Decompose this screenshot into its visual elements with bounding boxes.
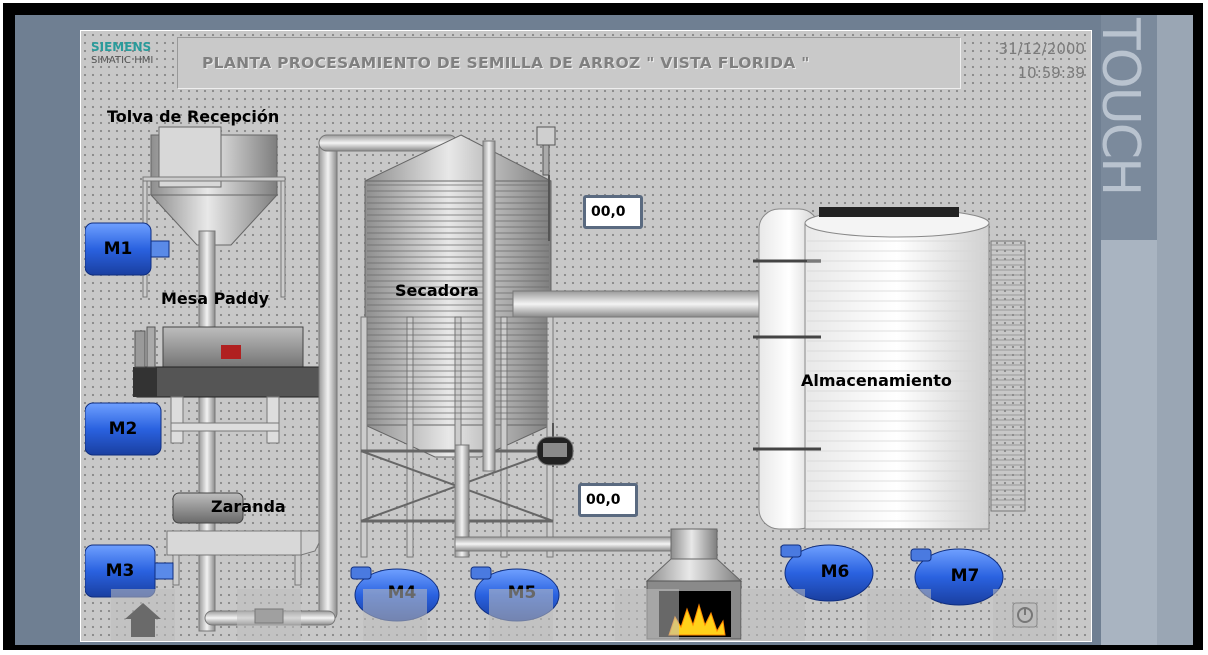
pressure-gauge — [536, 423, 574, 467]
nav-button-6[interactable] — [741, 589, 805, 641]
pressure-io-field[interactable]: 00,0 — [578, 483, 638, 517]
power-button[interactable] — [993, 589, 1057, 641]
zaranda-label: Zaranda — [211, 497, 286, 516]
almacenamiento-label: Almacenamiento — [801, 371, 952, 390]
tolva-label: Tolva de Recepción — [107, 107, 280, 126]
power-icon — [1012, 602, 1038, 628]
nav-button-2[interactable] — [237, 589, 301, 641]
secadora-label: Secadora — [395, 281, 479, 300]
motor-m2[interactable]: M2 — [85, 401, 173, 457]
nav-button-7[interactable] — [867, 589, 931, 641]
mesa-paddy-label: Mesa Paddy — [161, 289, 270, 308]
nav-button-3[interactable] — [363, 589, 427, 641]
motor-m1-label: M1 — [103, 239, 133, 259]
motor-m1[interactable]: M1 — [85, 221, 173, 277]
hmi-screen: SIEMENS SIMATIC HMI PLANTA PROCESAMIENTO… — [80, 30, 1092, 642]
home-icon — [125, 603, 161, 637]
nav-button-5[interactable] — [615, 589, 679, 641]
nav-button-4[interactable] — [489, 589, 553, 641]
home-button[interactable] — [111, 589, 175, 641]
temperature-io-field[interactable]: 00,0 — [583, 195, 643, 229]
panel-brand-text: TOUCH — [1090, 18, 1150, 195]
motor-m2-label: M2 — [108, 419, 138, 439]
screen-icon — [254, 608, 284, 624]
